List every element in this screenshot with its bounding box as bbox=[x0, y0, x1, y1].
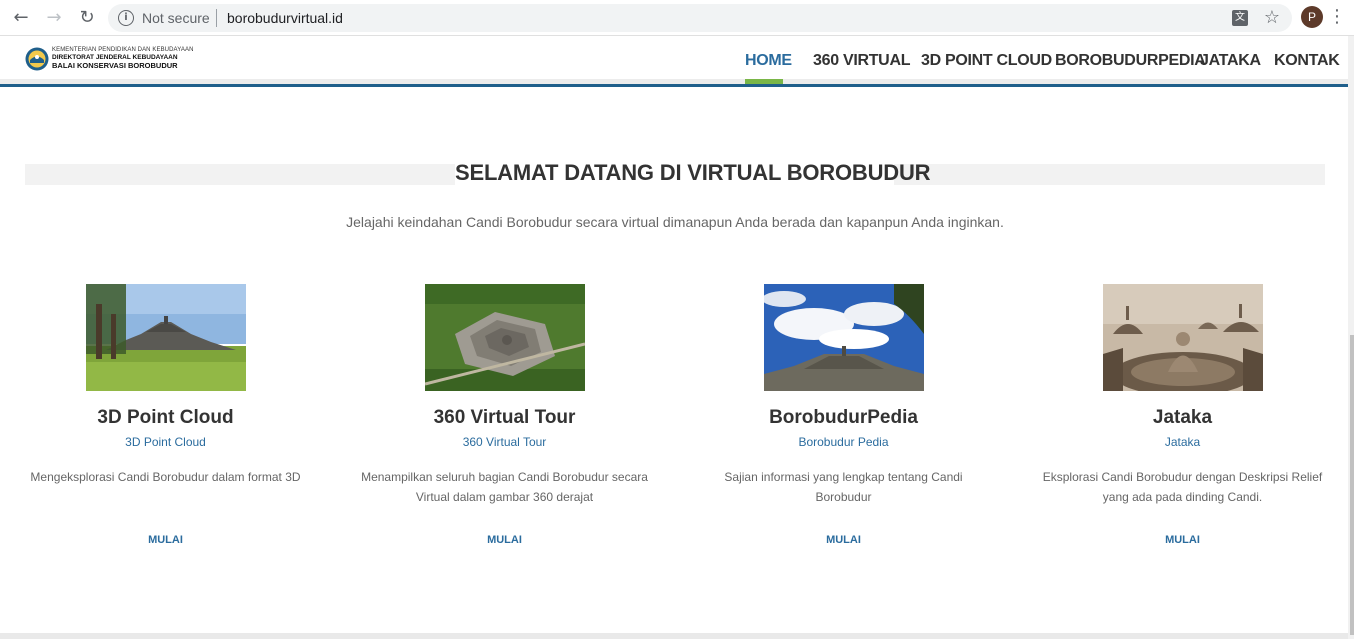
more-menu-icon[interactable]: ⋮ bbox=[1328, 6, 1346, 28]
card-image-borobudur-landscape[interactable] bbox=[85, 284, 246, 391]
security-label: Not secure bbox=[142, 10, 210, 26]
card-borobudurpedia: BorobudurPedia Borobudur Pedia Sajian in… bbox=[674, 284, 1013, 546]
translate-icon[interactable]: 文 bbox=[1232, 10, 1248, 26]
mulai-button[interactable]: MULAI bbox=[0, 534, 335, 546]
card-jataka: Jataka Jataka Eksplorasi Candi Borobudur… bbox=[1013, 284, 1352, 546]
card-3d-point-cloud: 3D Point Cloud 3D Point Cloud Mengeksplo… bbox=[0, 284, 335, 546]
card-description: Menampilkan seluruh bagian Candi Borobud… bbox=[361, 470, 648, 504]
profile-avatar[interactable]: P bbox=[1301, 6, 1323, 28]
card-subtitle: 3D Point Cloud bbox=[125, 435, 206, 449]
nav-kontak[interactable]: KONTAK bbox=[1274, 52, 1340, 72]
card-image-borobudur-aerial[interactable] bbox=[424, 284, 585, 391]
page-subtitle: Jelajahi keindahan Candi Borobudur secar… bbox=[346, 214, 1004, 230]
browser-toolbar: ← → ↻ i Not secure borobudurvirtual.id 文… bbox=[0, 0, 1354, 36]
card-description: Eksplorasi Candi Borobudur dengan Deskri… bbox=[1042, 470, 1323, 504]
card-title: 3D Point Cloud bbox=[97, 407, 234, 428]
url-text[interactable]: borobudurvirtual.id bbox=[227, 10, 343, 26]
title-decor-right bbox=[894, 164, 1325, 185]
mulai-button[interactable]: MULAI bbox=[1013, 534, 1352, 546]
footer-divider bbox=[0, 633, 1348, 639]
card-subtitle: 360 Virtual Tour bbox=[462, 435, 547, 449]
logo-line-directorate: DIREKTORAT JENDERAL KEBUDAYAAN bbox=[52, 54, 178, 61]
card-title: BorobudurPedia bbox=[769, 407, 918, 428]
nav-borobudurpedia[interactable]: BOROBUDURPEDIA bbox=[1055, 52, 1206, 72]
forward-arrow-icon[interactable]: → bbox=[42, 6, 66, 30]
nav-home[interactable]: HOME bbox=[745, 52, 792, 72]
mulai-button[interactable]: MULAI bbox=[335, 534, 674, 546]
nav-3d-point-cloud[interactable]: 3D POINT CLOUD bbox=[921, 52, 1052, 72]
reload-icon[interactable]: ↻ bbox=[75, 6, 99, 30]
info-icon[interactable]: i bbox=[118, 10, 134, 26]
kemdikbud-logo-icon[interactable] bbox=[25, 47, 49, 71]
card-image-stupa-buddha[interactable] bbox=[1102, 284, 1263, 391]
card-title: 360 Virtual Tour bbox=[433, 407, 576, 428]
card-description: Sajian informasi yang lengkap tentang Ca… bbox=[724, 470, 963, 504]
bookmark-star-icon[interactable]: ☆ bbox=[1264, 7, 1280, 28]
card-image-borobudur-sky[interactable] bbox=[763, 284, 924, 391]
logo-line-ministry: KEMENTERIAN PENDIDIKAN DAN KEBUDAYAAN bbox=[52, 47, 194, 53]
card-description: Mengeksplorasi Candi Borobudur dalam for… bbox=[30, 470, 301, 484]
nav-360-virtual[interactable]: 360 VIRTUAL bbox=[813, 52, 910, 72]
page-title: SELAMAT DATANG DI VIRTUAL BOROBUDUR bbox=[455, 160, 931, 185]
logo-line-office: BALAI KONSERVASI BOROBUDUR bbox=[52, 61, 178, 70]
card-subtitle: Borobudur Pedia bbox=[798, 435, 889, 449]
nav-jataka[interactable]: JATAKA bbox=[1200, 52, 1261, 72]
card-360-virtual-tour: 360 Virtual Tour 360 Virtual Tour Menamp… bbox=[335, 284, 674, 546]
title-decor-left bbox=[25, 164, 455, 185]
back-arrow-icon[interactable]: ← bbox=[9, 6, 33, 30]
card-subtitle: Jataka bbox=[1164, 435, 1201, 449]
logo-text[interactable]: KEMENTERIAN PENDIDIKAN DAN KEBUDAYAAN DI… bbox=[52, 47, 194, 70]
omnibox-divider bbox=[216, 9, 217, 27]
address-bar[interactable]: i Not secure borobudurvirtual.id 文 ☆ bbox=[108, 4, 1292, 32]
mulai-button[interactable]: MULAI bbox=[674, 534, 1013, 546]
header-border bbox=[0, 84, 1354, 87]
active-nav-indicator bbox=[745, 79, 783, 84]
card-title: Jataka bbox=[1152, 407, 1213, 428]
